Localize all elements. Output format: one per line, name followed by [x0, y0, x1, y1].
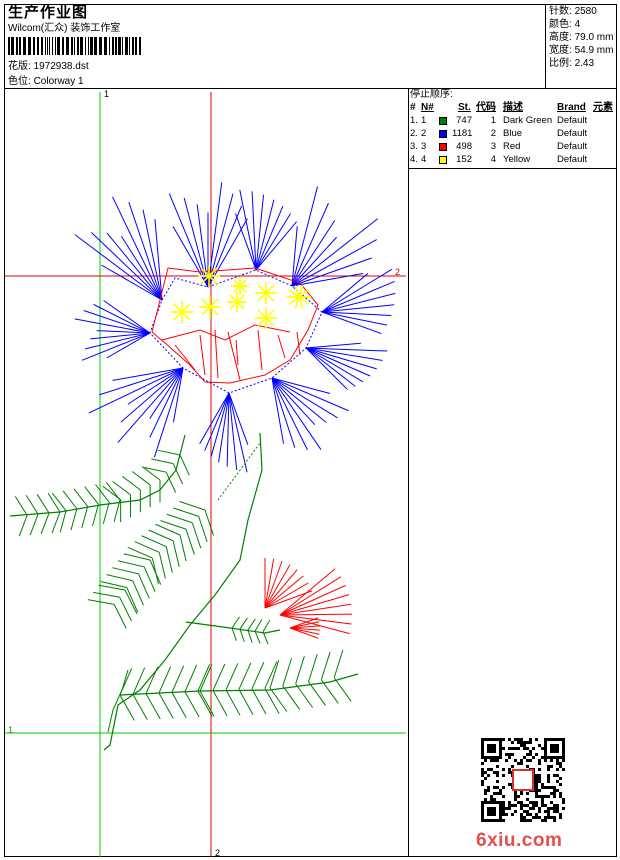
qr-code [481, 738, 565, 822]
guide-label-v2: 2 [215, 848, 221, 858]
guide-label-h1: 1 [8, 725, 14, 735]
guide-label-h2: 2 [395, 267, 401, 277]
embroidery-preview [5, 92, 406, 857]
seal-stamp [512, 769, 534, 791]
guide-label-v1: 1 [104, 89, 110, 99]
watermark: 6xiu.com [476, 830, 563, 851]
